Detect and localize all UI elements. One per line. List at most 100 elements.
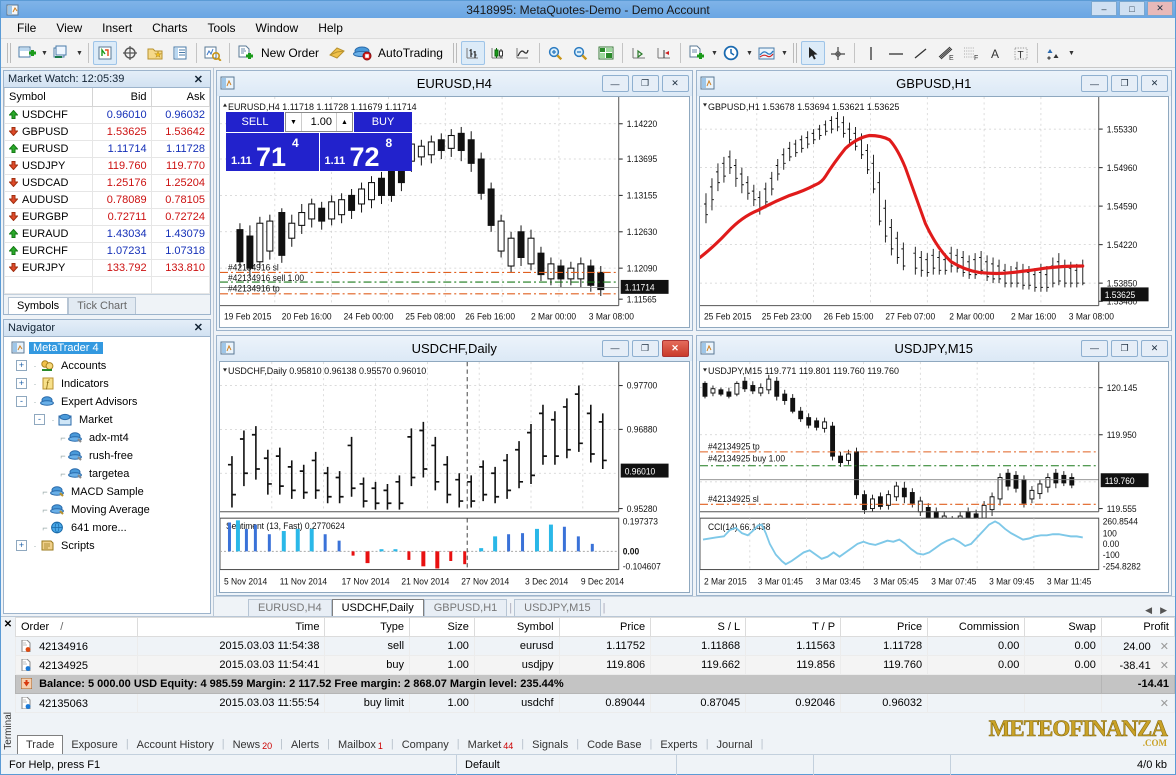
column-ask[interactable]: Ask — [150, 88, 211, 107]
tree-item-more[interactable]: ⌐ 641 more... — [6, 519, 210, 537]
timeframes-icon[interactable] — [720, 41, 744, 65]
market-watch-close-button[interactable]: ✕ — [191, 73, 206, 86]
templates-icon[interactable] — [685, 41, 709, 65]
column-order[interactable]: Order / — [15, 617, 138, 637]
chart-tab-usdchf-daily[interactable]: USDCHF,Daily — [331, 599, 424, 616]
tab-journal[interactable]: Journal — [709, 736, 761, 754]
chart-window-eurusd-h4[interactable]: EURUSD,H4 — ❐ ✕ EURUSD,H4 1.11718 1.1172… — [216, 70, 693, 331]
table-row[interactable]: AUDUSD 0.78089 0.78105 — [3, 190, 211, 209]
sl-cell[interactable]: 119.662 — [650, 655, 747, 675]
expander-plus-icon[interactable]: + — [16, 378, 27, 389]
toolbar-grip[interactable] — [7, 43, 11, 63]
tab-account-history[interactable]: Account History — [129, 736, 222, 754]
menu-item-charts[interactable]: Charts — [142, 19, 197, 37]
auto-scroll-icon[interactable] — [627, 41, 651, 65]
expander-minus-icon[interactable]: - — [34, 414, 45, 425]
sl-cell[interactable]: 1.11868 — [650, 636, 747, 656]
chart-canvas[interactable]: EURUSD,H4 1.11718 1.11728 1.11679 1.1171… — [219, 96, 690, 328]
new-chart-icon[interactable] — [15, 41, 39, 65]
menu-item-view[interactable]: View — [46, 19, 92, 37]
sell-price-display[interactable]: 1.11 71 4 — [226, 133, 319, 171]
column-time[interactable]: Time — [136, 617, 326, 637]
tree-item-adx-mt4[interactable]: ⌐ adx-mt4 — [6, 429, 210, 447]
autotrading-button[interactable]: AutoTrading — [376, 46, 449, 60]
tab-market[interactable]: Market 44 — [460, 736, 522, 754]
horizontal-line-icon[interactable] — [884, 41, 908, 65]
new-chart-dropdown-caret[interactable]: ▼ — [40, 41, 49, 65]
vertical-line-icon[interactable] — [859, 41, 883, 65]
close-order-icon[interactable]: ✕ — [1160, 698, 1169, 710]
chart-close-button[interactable]: ✕ — [1141, 75, 1168, 92]
tree-item-macd-sample[interactable]: ⌐ MACD Sample — [6, 483, 210, 501]
tab-trade[interactable]: Trade — [17, 735, 64, 754]
navigator-close-button[interactable]: ✕ — [191, 321, 206, 334]
crosshair-icon[interactable] — [826, 41, 850, 65]
indicators-dropdown-caret[interactable]: ▼ — [780, 41, 789, 65]
terminal-icon[interactable] — [168, 41, 192, 65]
expander-plus-icon[interactable]: + — [16, 540, 27, 551]
tp-cell[interactable]: 1.11563 — [745, 636, 842, 656]
tp-cell[interactable]: 0.92046 — [745, 693, 842, 713]
table-row[interactable]: EURAUD 1.43034 1.43079 — [3, 224, 211, 243]
zoom-out-icon[interactable] — [569, 41, 593, 65]
tree-item-scripts[interactable]: + · Scripts — [6, 537, 210, 555]
tree-item-market[interactable]: - · Market — [6, 411, 210, 429]
tile-windows-icon[interactable] — [594, 41, 618, 65]
chart-tab-gbpusd-h1[interactable]: GBPUSD,H1 — [423, 599, 508, 616]
tree-item-moving-average[interactable]: ⌐ Moving Average — [6, 501, 210, 519]
column-tp[interactable]: T / P — [745, 617, 842, 637]
column-price-current[interactable]: Price — [840, 617, 929, 637]
chart-window-usdjpy-m15[interactable]: USDJPY,M15 — ❐ ✕ USDJPY,M15 119.771 119.… — [695, 334, 1172, 596]
chart-minimize-button[interactable]: — — [1081, 339, 1108, 357]
tree-item-accounts[interactable]: + · Accounts — [6, 357, 210, 375]
menu-item-insert[interactable]: Insert — [92, 19, 142, 37]
table-row[interactable]: EURJPY 133.792 133.810 — [3, 258, 211, 277]
column-swap[interactable]: Swap — [1024, 617, 1102, 637]
table-row[interactable]: 42135063 2015.03.03 11:55:54 buy limit 1… — [15, 693, 1176, 713]
zoom-in-icon[interactable] — [544, 41, 568, 65]
one-click-trading-panel[interactable]: SELL ▼ 1.00 ▲ BUY 1.11 71 4 1.11 72 8 — [226, 112, 412, 171]
chart-close-button[interactable]: ✕ — [661, 75, 689, 92]
new-order-button[interactable]: New Order — [259, 46, 325, 60]
menu-item-window[interactable]: Window — [246, 19, 309, 37]
column-size[interactable]: Size — [409, 617, 475, 637]
tab-code-base[interactable]: Code Base — [579, 736, 649, 754]
tab-news[interactable]: News 20 — [225, 736, 281, 754]
text-label-icon[interactable]: T — [1009, 41, 1033, 65]
text-icon[interactable]: A — [984, 41, 1008, 65]
tab-symbols[interactable]: Symbols — [8, 296, 69, 314]
chart-minimize-button[interactable]: — — [601, 75, 629, 92]
chart-restore-button[interactable]: ❐ — [631, 339, 659, 357]
column-commission[interactable]: Commission — [927, 617, 1026, 637]
chart-restore-button[interactable]: ❐ — [1111, 75, 1138, 92]
volume-input[interactable]: 1.00 — [302, 113, 336, 131]
table-row[interactable]: USDCHF 0.96010 0.96032 — [3, 105, 211, 124]
chart-minimize-button[interactable]: — — [1081, 75, 1108, 92]
column-type[interactable]: Type — [324, 617, 411, 637]
table-row[interactable]: EURCHF 1.07231 1.07318 — [3, 241, 211, 260]
cursor-icon[interactable] — [800, 41, 825, 65]
strategy-tester-icon[interactable] — [201, 41, 225, 65]
chart-minimize-button[interactable]: — — [601, 339, 629, 357]
tab-signals[interactable]: Signals — [524, 736, 576, 754]
chart-close-button[interactable]: ✕ — [1141, 339, 1168, 357]
buy-price-display[interactable]: 1.11 72 8 — [319, 133, 412, 171]
window-close-button[interactable]: ✕ — [1147, 1, 1173, 16]
table-row[interactable]: EURUSD 1.11714 1.11728 — [3, 139, 211, 158]
tab-tick-chart[interactable]: Tick Chart — [68, 296, 136, 314]
expander-plus-icon[interactable]: + — [16, 360, 27, 371]
profiles-dropdown-caret[interactable]: ▼ — [75, 41, 84, 65]
navigator-icon[interactable] — [143, 41, 167, 65]
chart-tab-eurusd-h4[interactable]: EURUSD,H4 — [248, 599, 332, 616]
window-maximize-button[interactable]: □ — [1119, 1, 1145, 16]
new-order-icon[interactable] — [234, 41, 258, 65]
expander-minus-icon[interactable]: - — [16, 396, 27, 407]
menu-item-file[interactable]: File — [7, 19, 46, 37]
column-bid[interactable]: Bid — [92, 88, 152, 107]
menu-item-help[interactable]: Help — [308, 19, 353, 37]
sell-button[interactable]: SELL — [226, 112, 284, 132]
market-watch-icon[interactable] — [93, 41, 117, 65]
tree-item-indicators[interactable]: + · f Indicators — [6, 375, 210, 393]
status-profile[interactable]: Default — [456, 754, 676, 775]
metaeditor-icon[interactable] — [326, 41, 350, 65]
